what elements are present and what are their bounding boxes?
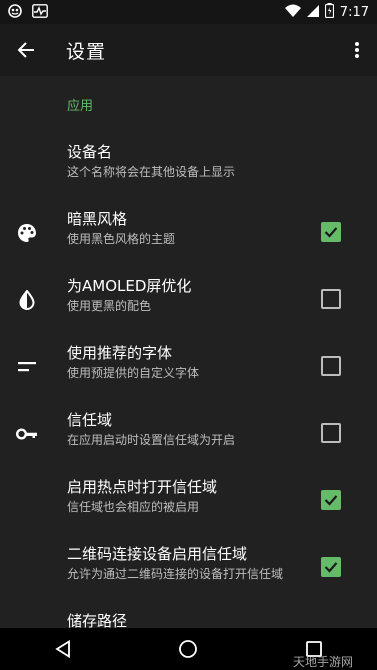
- setting-title: 暗黑风格: [67, 210, 128, 228]
- watermark: 天地手游网: [292, 655, 353, 669]
- page-title: 设置: [66, 40, 107, 63]
- check-icon: [324, 562, 338, 573]
- setting-title: 设备名: [67, 143, 113, 161]
- setting-title: 启用热点时打开信任域: [67, 478, 218, 496]
- setting-title: 为AMOLED屏优化: [67, 277, 192, 295]
- check-icon: [324, 227, 338, 238]
- activity-icon: [32, 4, 48, 22]
- setting-subtitle: 使用更黑的配色: [67, 299, 152, 313]
- battery-icon: [324, 3, 334, 22]
- setting-subtitle: 在应用启动时设置信任域为开启: [67, 433, 236, 447]
- setting-title: 二维码连接设备启用信任域: [67, 545, 248, 563]
- home-circle-icon: [179, 640, 198, 658]
- setting-subtitle: 这个名称将会在其他设备上显示: [67, 165, 236, 179]
- qr-trust-zone-checkbox[interactable]: [321, 557, 341, 577]
- overflow-menu-button[interactable]: [345, 36, 369, 64]
- arrow-back-icon: [17, 42, 34, 58]
- section-header-app: 应用: [67, 99, 94, 114]
- setting-dark-theme[interactable]: 暗黑风格 使用黑色风格的主题: [0, 199, 377, 266]
- trust-zone-checkbox[interactable]: [321, 423, 341, 443]
- setting-subtitle: 使用黑色风格的主题: [67, 232, 176, 246]
- setting-title: 信任域: [67, 411, 113, 429]
- key-icon: [15, 422, 39, 446]
- recommended-font-checkbox[interactable]: [321, 356, 341, 376]
- setting-recommended-font[interactable]: 使用推荐的字体 使用预提供的自定义字体: [0, 333, 377, 400]
- setting-subtitle: 使用预提供的自定义字体: [67, 366, 200, 380]
- wifi-icon: [284, 4, 301, 21]
- setting-trust-zone[interactable]: 信任域 在应用启动时设置信任域为开启: [0, 400, 377, 467]
- dark-theme-checkbox[interactable]: [321, 222, 341, 242]
- setting-amoled[interactable]: 为AMOLED屏优化 使用更黑的配色: [0, 266, 377, 333]
- nav-home-button[interactable]: [168, 629, 208, 669]
- setting-hotspot-trust-zone[interactable]: 启用热点时打开信任域 信任域也会相应的被启用: [0, 467, 377, 534]
- setting-subtitle: 信任域也会相应的被启用: [67, 500, 200, 514]
- status-time: 7:17: [339, 5, 369, 20]
- triangle-back-icon: [55, 640, 70, 658]
- app-bar: 设置: [0, 24, 377, 76]
- status-bar: 7:17: [0, 0, 377, 24]
- contrast-icon: [15, 288, 39, 312]
- setting-storage-path[interactable]: 储存路径: [0, 601, 377, 628]
- app-notification-icon: [8, 4, 22, 22]
- amoled-checkbox[interactable]: [321, 289, 341, 309]
- setting-title: 储存路径: [67, 612, 128, 628]
- setting-subtitle: 允许为通过二维码连接的设备打开信任域: [67, 567, 284, 581]
- check-icon: [324, 495, 338, 506]
- hotspot-trust-zone-checkbox[interactable]: [321, 490, 341, 510]
- palette-icon: [15, 221, 39, 245]
- nav-back-button[interactable]: [43, 629, 83, 669]
- setting-qr-trust-zone[interactable]: 二维码连接设备启用信任域 允许为通过二维码连接的设备打开信任域: [0, 534, 377, 601]
- back-button[interactable]: [4, 28, 48, 72]
- font-icon: [15, 355, 39, 379]
- setting-device-name[interactable]: 设备名 这个名称将会在其他设备上显示: [0, 132, 377, 199]
- signal-icon: [306, 4, 319, 21]
- setting-title: 使用推荐的字体: [67, 344, 173, 362]
- more-vert-icon: [355, 42, 359, 58]
- settings-list: 应用 设备名 这个名称将会在其他设备上显示 暗黑风格 使用黑色风格的主题 为AM…: [0, 76, 377, 628]
